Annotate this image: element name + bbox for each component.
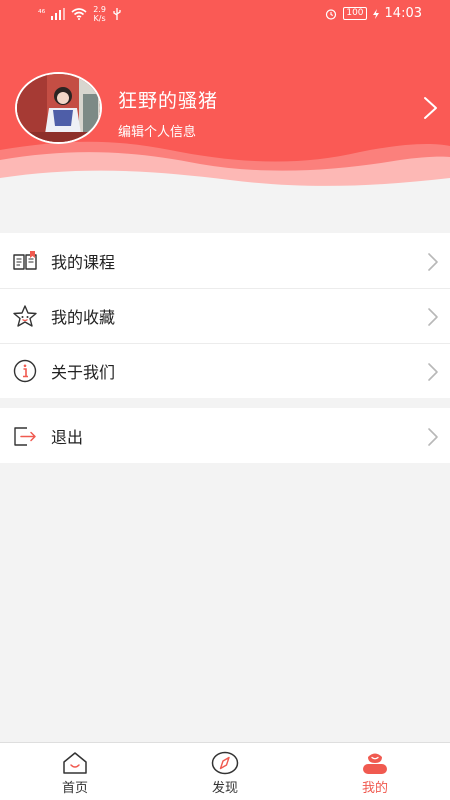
battery-indicator: 100 (343, 7, 367, 20)
status-bar: ⁴⁶ 2.9 K/s 100 14:03 (0, 0, 450, 30)
person-icon (363, 753, 387, 774)
speed-unit: K/s (93, 14, 106, 23)
clock: 14:03 (384, 6, 422, 21)
compass-icon (211, 751, 239, 775)
header-wave-decoration (0, 141, 450, 200)
bottom-nav: 首页 发现 我的 (0, 742, 450, 800)
nav-label: 首页 (61, 781, 88, 796)
signal-badge: ⁴⁶ (38, 9, 46, 19)
profile-header: ⁴⁶ 2.9 K/s 100 14:03 狂野的骚猪 编辑个人信息 (0, 0, 450, 200)
usb-icon (113, 8, 121, 20)
star-icon (13, 305, 37, 327)
book-icon (13, 251, 37, 270)
menu-item-label: 我的收藏 (51, 307, 116, 327)
menu-item-about-us[interactable]: 关于我们 (0, 343, 450, 398)
nav-item-discover[interactable]: 发现 (150, 743, 300, 800)
menu-item-label: 关于我们 (51, 362, 116, 382)
avatar-photo (17, 74, 100, 142)
edit-profile-link[interactable]: 编辑个人信息 (118, 121, 196, 140)
network-speed: 2.9 K/s (93, 5, 106, 23)
logout-group: 退出 (0, 408, 450, 463)
wifi-icon (71, 8, 87, 20)
nav-label: 我的 (361, 781, 388, 796)
nav-item-home[interactable]: 首页 (0, 743, 150, 800)
chevron-right-icon (428, 363, 438, 381)
home-icon (63, 752, 87, 774)
nav-item-mine[interactable]: 我的 (300, 743, 450, 800)
menu-item-my-favorites[interactable]: 我的收藏 (0, 288, 450, 343)
menu-item-logout[interactable]: 退出 (0, 408, 450, 463)
chevron-right-icon[interactable] (418, 95, 442, 121)
chevron-right-icon (428, 428, 438, 446)
menu-item-label: 我的课程 (51, 252, 116, 272)
chevron-right-icon (428, 308, 438, 326)
charging-icon (372, 8, 379, 19)
menu-item-my-courses[interactable]: 我的课程 (0, 233, 450, 288)
menu-item-label: 退出 (51, 427, 84, 447)
username: 狂野的骚猪 (118, 90, 219, 112)
alarm-icon (326, 8, 337, 20)
avatar[interactable] (15, 72, 102, 144)
menu-list: 我的课程 我的收藏 关于我们 (0, 233, 450, 398)
nav-label: 发现 (211, 781, 238, 796)
chevron-right-icon (428, 253, 438, 271)
logout-icon (14, 427, 36, 446)
speed-value: 2.9 (93, 5, 106, 14)
info-icon (13, 359, 37, 383)
signal-bars-icon (51, 8, 66, 20)
